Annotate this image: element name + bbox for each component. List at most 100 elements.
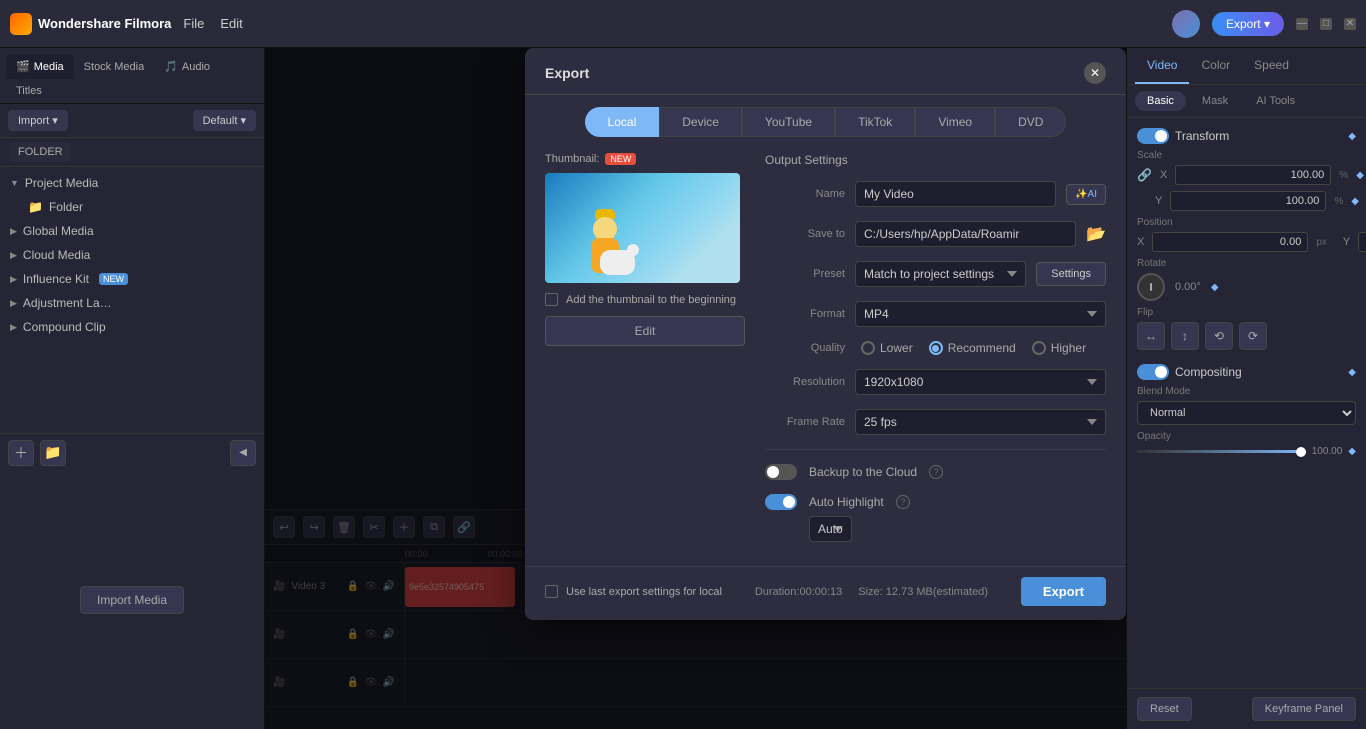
ai-name-button[interactable]: ✨AI [1066, 184, 1106, 205]
resolution-select[interactable]: 1920x1080 [855, 369, 1106, 395]
lock-icon[interactable]: 🔗 [1137, 168, 1152, 182]
radio-higher[interactable] [1032, 341, 1046, 355]
scale-y-input[interactable] [1170, 191, 1326, 211]
close-button[interactable]: ✕ [1344, 18, 1356, 30]
reset-button[interactable]: Reset [1137, 697, 1192, 721]
save-to-row: Save to 📂 [765, 221, 1106, 247]
sidebar-item-project-media[interactable]: ▼ Project Media [0, 171, 264, 195]
rotate-knob[interactable] [1137, 273, 1165, 301]
keyframe-panel-button[interactable]: Keyframe Panel [1252, 697, 1356, 721]
modal-close-button[interactable]: ✕ [1084, 62, 1106, 84]
backup-help-icon[interactable]: ? [929, 465, 943, 479]
transform-keyframe-icon[interactable]: ◆ [1348, 131, 1356, 142]
sidebar-item-adjustment[interactable]: ▶ Adjustment La… [0, 291, 264, 315]
thumbnail-label: Thumbnail: NEW [545, 153, 745, 165]
quality-higher[interactable]: Higher [1032, 341, 1086, 355]
pos-y-input[interactable] [1358, 232, 1366, 252]
subtab-basic[interactable]: Basic [1135, 91, 1186, 111]
backup-cloud-toggle[interactable] [765, 464, 797, 480]
quality-lower[interactable]: Lower [861, 341, 913, 355]
rotate-label: Rotate [1137, 258, 1356, 269]
add-thumbnail-row: Add the thumbnail to the beginning [545, 293, 745, 306]
import-media-button[interactable]: Import Media [80, 586, 184, 614]
folder-open-button[interactable]: 📂 [1086, 224, 1106, 244]
auto-highlight-help-icon[interactable]: ? [896, 495, 910, 509]
chevron-icon: ▼ [10, 178, 19, 188]
flip-vertical-button[interactable]: ↕ [1171, 322, 1199, 350]
blend-mode-label: Blend Mode [1137, 386, 1356, 397]
auto-highlight-row: Auto Highlight ? [765, 494, 1106, 510]
compositing-toggle[interactable] [1137, 364, 1169, 380]
edit-thumbnail-button[interactable]: Edit [545, 316, 745, 346]
minimize-button[interactable]: — [1296, 18, 1308, 30]
output-settings-title: Output Settings [765, 153, 1106, 167]
maximize-button[interactable]: □ [1320, 18, 1332, 30]
settings-button[interactable]: Settings [1036, 262, 1106, 286]
name-row: Name ✨AI [765, 181, 1106, 207]
tab-device[interactable]: Device [659, 107, 742, 137]
rotate-keyframe[interactable]: ◆ [1211, 282, 1219, 293]
add-track-button[interactable]: ＋ [8, 440, 34, 466]
subtab-mask[interactable]: Mask [1190, 91, 1240, 111]
collapse-button[interactable]: ◀ [230, 440, 256, 466]
tab-youtube[interactable]: YouTube [742, 107, 835, 137]
preset-select[interactable]: Match to project settings [855, 261, 1026, 287]
name-input[interactable] [855, 181, 1056, 207]
flip-horizontal-button[interactable]: ↔ [1137, 322, 1165, 350]
transform-label: Transform [1175, 129, 1229, 143]
tab-audio[interactable]: 🎵 Audio [154, 54, 220, 79]
auto-highlight-toggle[interactable] [765, 494, 797, 510]
sidebar-item-cloud-media[interactable]: ▶ Cloud Media [0, 243, 264, 267]
flip-btn-3[interactable]: ⟲ [1205, 322, 1233, 350]
export-action-button[interactable]: Export [1021, 577, 1106, 606]
format-select[interactable]: MP4 [855, 301, 1106, 327]
quality-recommend[interactable]: Recommend [929, 341, 1016, 355]
import-button[interactable]: Import ▾ [8, 110, 68, 131]
footer-info: Duration:00:00:13 Size: 12.73 MB(estimat… [755, 586, 988, 598]
tab-vimeo[interactable]: Vimeo [915, 107, 995, 137]
tab-speed[interactable]: Speed [1242, 48, 1301, 84]
export-top-button[interactable]: Export ▾ [1212, 12, 1284, 36]
opacity-slider[interactable] [1137, 450, 1306, 453]
compositing-keyframe-icon[interactable]: ◆ [1348, 367, 1356, 378]
tab-media[interactable]: 🎬 Media [6, 54, 74, 79]
scale-x-keyframe[interactable]: ◆ [1356, 170, 1364, 181]
position-label: Position [1137, 217, 1356, 228]
subtab-ai-tools[interactable]: AI Tools [1244, 91, 1307, 111]
opacity-thumb[interactable] [1296, 447, 1306, 457]
tab-tiktok[interactable]: TikTok [835, 107, 915, 137]
opacity-keyframe[interactable]: ◆ [1348, 446, 1356, 457]
sidebar-item-global-media[interactable]: ▶ Global Media [0, 219, 264, 243]
sidebar-item-compound-clip[interactable]: ▶ Compound Clip [0, 315, 264, 339]
blend-mode-select[interactable]: Normal [1137, 401, 1356, 425]
app-logo-icon [10, 13, 32, 35]
default-button[interactable]: Default ▾ [193, 110, 256, 131]
framerate-select[interactable]: 25 fps [855, 409, 1106, 435]
radio-lower[interactable] [861, 341, 875, 355]
transform-toggle[interactable] [1137, 128, 1169, 144]
tab-video[interactable]: Video [1135, 48, 1189, 84]
tab-dvd[interactable]: DVD [995, 107, 1066, 137]
scale-y-keyframe[interactable]: ◆ [1351, 196, 1359, 207]
add-thumbnail-checkbox[interactable] [545, 293, 558, 306]
tab-stock-media[interactable]: Stock Media [74, 54, 155, 79]
scale-x-input[interactable] [1175, 165, 1331, 185]
modal-title: Export [545, 65, 589, 81]
menu-edit[interactable]: Edit [220, 16, 242, 31]
use-last-settings-checkbox[interactable] [545, 585, 558, 598]
flip-btn-4[interactable]: ⟳ [1239, 322, 1267, 350]
scale-label: Scale [1137, 150, 1356, 161]
tab-titles[interactable]: Titles [6, 79, 52, 103]
sidebar-tabs: 🎬 Media Stock Media 🎵 Audio Titles [0, 48, 264, 104]
tab-local[interactable]: Local [585, 107, 660, 137]
radio-recommend[interactable] [929, 341, 943, 355]
sidebar-item-influence-kit[interactable]: ▶ Influence Kit NEW [0, 267, 264, 291]
auto-highlight-select[interactable]: Auto [809, 516, 852, 542]
pos-x-input[interactable] [1152, 232, 1308, 252]
tab-color[interactable]: Color [1189, 48, 1242, 84]
menu-file[interactable]: File [183, 16, 204, 31]
add-folder-button[interactable]: 📁 [40, 440, 66, 466]
avatar[interactable] [1172, 10, 1200, 38]
save-path-input[interactable] [855, 221, 1076, 247]
sidebar-item-folder[interactable]: 📁 Folder [0, 195, 264, 219]
